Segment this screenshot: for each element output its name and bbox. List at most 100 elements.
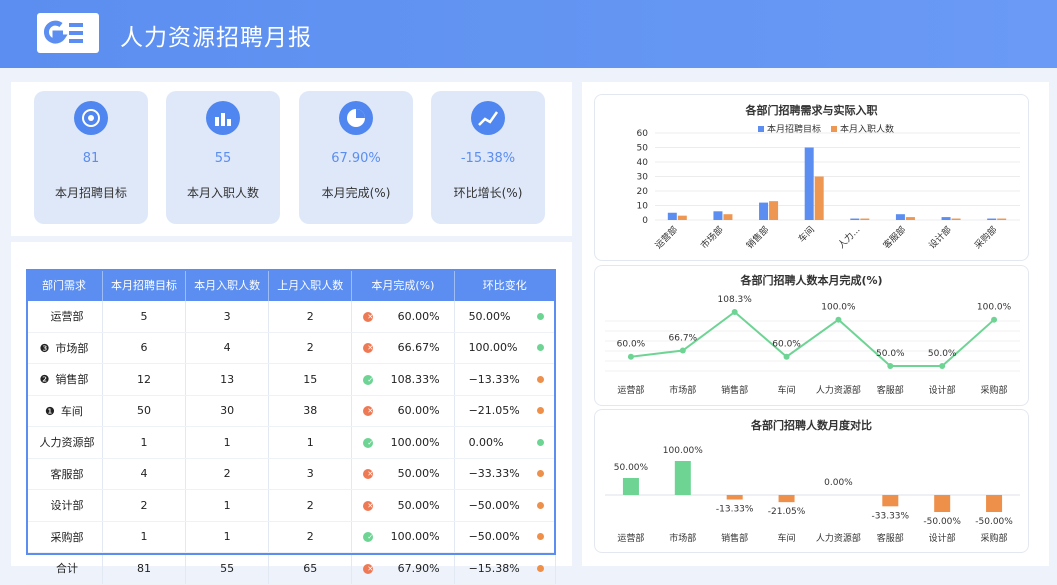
data-point xyxy=(731,309,738,315)
bar xyxy=(997,218,1007,220)
bar xyxy=(726,495,743,500)
change-cell: −15.38% xyxy=(454,552,557,585)
table-row: 人力资源部 1 1 1 ✓ 100.00% 0.00% xyxy=(26,426,557,459)
kpi-value: 81 xyxy=(82,151,100,166)
y-tick-label: 40 xyxy=(637,158,649,168)
trend-dot xyxy=(537,407,544,415)
trend-dot xyxy=(537,533,544,541)
table-row: ❶ 车间 50 30 38 ✕ 60.00% −21.05% xyxy=(26,395,557,427)
last-cell: 15 xyxy=(268,363,353,396)
done-cell: ✓ 108.33% xyxy=(351,363,455,396)
cross-icon: ✕ xyxy=(363,343,374,354)
bar xyxy=(986,495,1003,512)
header-bar: 人力资源招聘月报 xyxy=(0,0,1057,68)
last-cell: 3 xyxy=(268,458,353,490)
actual-cell: 55 xyxy=(185,552,270,585)
kpi-card: 55 本月入职人数 xyxy=(166,91,280,224)
bar xyxy=(804,147,814,220)
data-label: -50.00% xyxy=(975,517,1013,527)
chart-line-completion: 各部门招聘人数本月完成(%) 60.0% 运营部 66.7% 市场部 108.3% 销售部… xyxy=(594,265,1029,406)
last-cell: 2 xyxy=(268,489,353,522)
table-row: 采购部 1 1 2 ✓ 100.00% −50.00% xyxy=(26,521,557,553)
dept-cell: 运营部 xyxy=(26,301,103,333)
data-point xyxy=(783,353,790,360)
change-cell: 0.00% xyxy=(454,426,557,459)
y-tick-label: 20 xyxy=(637,187,649,197)
change-cell: −21.05% xyxy=(454,395,557,427)
kpi-value: 67.90% xyxy=(331,151,381,166)
x-tick-label: 销售部 xyxy=(721,384,748,396)
x-tick-label: 客服部 xyxy=(877,532,904,544)
kpi-label: 本月入职人数 xyxy=(186,186,259,200)
data-point xyxy=(991,316,998,323)
kpi-label: 本月完成(%) xyxy=(321,186,391,200)
cross-icon: ✕ xyxy=(363,406,374,417)
target-icon xyxy=(74,101,108,135)
check-icon: ✓ xyxy=(363,437,374,448)
x-tick-label: 设计部 xyxy=(929,532,956,544)
actual-cell: 3 xyxy=(185,301,270,333)
data-label: 100.0% xyxy=(977,303,1012,313)
x-tick-label: 客服部 xyxy=(877,384,904,396)
target-cell: 12 xyxy=(102,363,187,396)
table-row: 客服部 4 2 3 ✕ 50.00% −33.33% xyxy=(26,458,557,490)
pie-icon xyxy=(339,101,373,135)
target-cell: 2 xyxy=(102,489,187,522)
data-point xyxy=(679,347,686,354)
cross-icon: ✕ xyxy=(363,500,374,511)
check-icon: ✓ xyxy=(363,532,374,543)
change-cell: −50.00% xyxy=(454,489,557,522)
trend-dot xyxy=(537,501,544,509)
y-tick-label: 60 xyxy=(637,129,649,139)
data-label: 0.00% xyxy=(824,478,853,488)
legend-swatch xyxy=(831,126,837,132)
column-header: 本月完成(%) xyxy=(351,269,455,301)
done-cell: ✕ 67.90% xyxy=(351,552,455,585)
done-cell: ✕ 60.00% xyxy=(351,395,455,427)
bar xyxy=(667,212,677,220)
actual-cell: 2 xyxy=(185,458,270,490)
kpi-value: 55 xyxy=(214,151,232,166)
target-cell: 4 xyxy=(102,458,187,490)
data-label: 50.0% xyxy=(928,349,957,359)
bar xyxy=(934,495,951,512)
last-cell: 2 xyxy=(268,301,353,333)
rank-badge: ❸ xyxy=(39,341,50,355)
trend-dot xyxy=(537,470,544,478)
column-header: 部门需求 xyxy=(26,269,103,301)
x-tick-label: 设计部 xyxy=(929,384,956,396)
x-tick-label: 设计部 xyxy=(926,224,954,252)
done-cell: ✕ 66.67% xyxy=(351,332,455,364)
data-label: 100.00% xyxy=(663,446,703,456)
last-cell: 65 xyxy=(268,552,353,585)
column-header: 环比变化 xyxy=(454,269,557,301)
trend-icon xyxy=(471,101,505,135)
people-icon xyxy=(206,101,240,135)
x-tick-label: 车间 xyxy=(778,532,796,544)
target-cell: 6 xyxy=(102,332,187,364)
target-cell: 1 xyxy=(102,426,187,459)
cross-icon: ✕ xyxy=(363,311,374,322)
last-cell: 2 xyxy=(268,521,353,553)
bar xyxy=(814,176,824,220)
bar xyxy=(677,215,687,220)
x-tick-label: 客服部 xyxy=(880,224,908,252)
bar xyxy=(723,214,733,220)
trend-dot xyxy=(537,438,544,446)
done-cell: ✓ 100.00% xyxy=(351,426,455,459)
data-point xyxy=(835,316,842,323)
data-label: -21.05% xyxy=(768,507,806,517)
rank-badge: ❷ xyxy=(39,373,50,387)
last-cell: 38 xyxy=(268,395,353,427)
done-cell: ✕ 60.00% xyxy=(351,301,455,333)
dept-cell: ❶ 车间 xyxy=(26,395,103,427)
table-row: 合计 81 55 65 ✕ 67.90% −15.38% xyxy=(26,552,557,585)
dept-cell: 合计 xyxy=(26,552,103,585)
x-tick-label: 采购部 xyxy=(972,224,1000,252)
x-tick-label: 车间 xyxy=(796,224,817,245)
x-tick-label: 人力... xyxy=(835,224,862,251)
column-header: 本月入职人数 xyxy=(185,269,270,301)
data-label: 100.0% xyxy=(821,303,856,313)
page-title: 人力资源招聘月报 xyxy=(120,25,312,51)
target-cell: 5 xyxy=(102,301,187,333)
